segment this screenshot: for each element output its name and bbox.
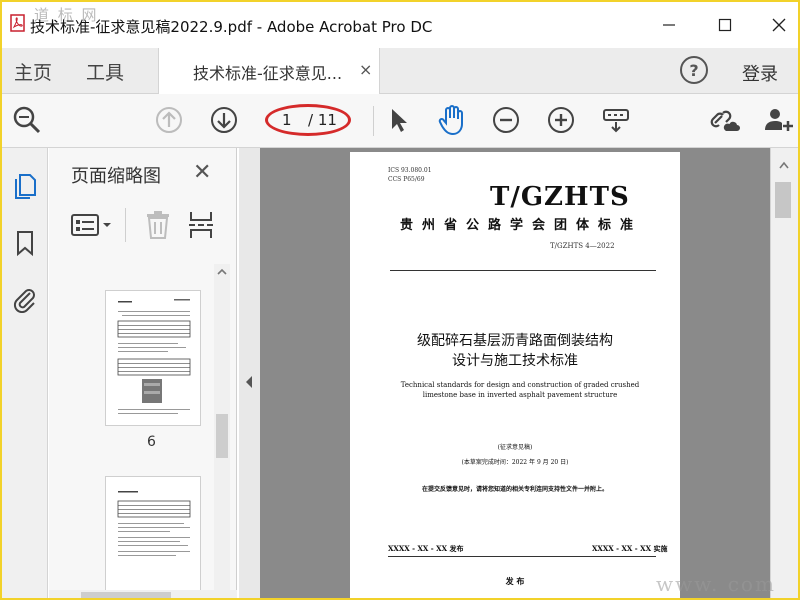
- keyboard-down-icon: [603, 109, 629, 133]
- paperclip-icon: [13, 289, 35, 313]
- page-navigator: 1 / 11: [265, 104, 351, 136]
- collapse-left-icon: [246, 376, 252, 388]
- page-thumbnails-nav[interactable]: [10, 170, 40, 200]
- thumbnail-list: 6: [55, 260, 223, 598]
- hand-tool-button[interactable]: [435, 103, 469, 137]
- doc-ccs-line: CCS P65/69: [388, 176, 425, 183]
- scroll-up-arrow-icon: [217, 268, 227, 275]
- doc-implement-date: XXXX - XX - XX 实施: [592, 544, 668, 553]
- panel-toolbar: [49, 200, 237, 252]
- doc-publish-date: XXXX - XX - XX 发布: [388, 544, 464, 553]
- pdf-app-icon: [10, 14, 25, 32]
- maximize-icon: [718, 18, 732, 32]
- doc-patent-note: 在提交反馈意见时，请将您知道的相关专利连同支持性文件一并附上。: [421, 486, 608, 493]
- options-menu-icon: [71, 214, 111, 236]
- doc-draft-date: (本草案完成时间：2022 年 9 月 20 日): [461, 459, 569, 466]
- zoom-out-button[interactable]: [489, 103, 523, 137]
- thumbnail-page[interactable]: [105, 290, 201, 426]
- maximize-button[interactable]: [710, 12, 740, 38]
- thumbnail-vertical-scrollbar[interactable]: [214, 264, 230, 596]
- doc-draft-label: (征求意见稿): [497, 444, 533, 451]
- cursor-arrow-icon: [392, 109, 407, 132]
- doc-standard-code: T/GZHTS 4—2022: [550, 242, 615, 250]
- bookmark-icon: [17, 231, 33, 257]
- thumbnail-options-button[interactable]: [71, 212, 115, 238]
- current-page-input[interactable]: 1: [282, 111, 292, 129]
- doc-divider: [390, 270, 656, 271]
- doc-issuer: 发 布: [505, 576, 525, 586]
- link-cloud-icon: [710, 110, 740, 131]
- minus-circle-icon: [493, 107, 519, 133]
- scrollbar-handle[interactable]: [81, 592, 171, 598]
- plus-circle-icon: [548, 107, 574, 133]
- acrobat-window: 道 标 网 技术标准-征求意见稿2022.9.pdf - Adobe Acrob…: [0, 0, 800, 600]
- close-button[interactable]: [764, 12, 794, 38]
- magnifier-minus-icon: [13, 106, 41, 134]
- tab-bar: 主页 工具 技术标准-征求意见... × ? 登录: [2, 48, 798, 94]
- panel-title: 页面缩略图: [71, 166, 161, 187]
- toolbar-separator: [373, 106, 374, 136]
- trash-icon: [147, 211, 169, 239]
- doc-title-line2: 设计与施工技术标准: [452, 353, 578, 369]
- minimize-button[interactable]: [654, 12, 684, 38]
- zoom-in-button[interactable]: [544, 103, 578, 137]
- scrollbar-handle[interactable]: [216, 414, 228, 458]
- split-pages-icon: [189, 212, 213, 238]
- attachments-nav[interactable]: [10, 284, 40, 314]
- panel-toolbar-separator: [125, 208, 126, 242]
- doc-divider: [388, 556, 656, 557]
- document-page: ICS 93.080.01 CCS P65/69 T/GZHTS 贵州省公路学会团…: [350, 152, 680, 598]
- scroll-mode-button[interactable]: [599, 103, 633, 137]
- tab-home[interactable]: 主页: [14, 58, 52, 85]
- add-user-icon: [765, 109, 793, 131]
- document-view[interactable]: ICS 93.080.01 CCS P65/69 T/GZHTS 贵州省公路学会团…: [260, 148, 770, 598]
- scrollbar-handle[interactable]: [775, 182, 791, 218]
- previous-page-button[interactable]: [152, 103, 186, 137]
- watermark-bottom: www. com: [656, 572, 776, 596]
- doc-ics-line: ICS 93.080.01: [388, 167, 432, 174]
- doc-title-line1: 级配碎石基层沥青路面倒装结构: [417, 333, 613, 349]
- title-bar: 道 标 网 技术标准-征求意见稿2022.9.pdf - Adobe Acrob…: [2, 2, 798, 48]
- hand-icon: [438, 105, 463, 136]
- thumbnail-page-label: 6: [147, 434, 156, 450]
- bookmarks-nav[interactable]: [10, 228, 40, 258]
- zoom-search-button[interactable]: [10, 103, 44, 137]
- arrow-up-circle-icon: [156, 107, 182, 133]
- page-thumbnail-preview: [117, 299, 191, 414]
- tab-close-icon[interactable]: ×: [359, 60, 372, 79]
- page-thumbnail-preview: [117, 491, 191, 556]
- doc-english-title: Technical standards for design and const…: [400, 381, 640, 399]
- tab-tools[interactable]: 工具: [86, 58, 124, 85]
- login-button[interactable]: 登录: [742, 60, 778, 86]
- doc-logo: T/GZHTS: [490, 182, 630, 212]
- window-title: 技术标准-征求意见稿2022.9.pdf - Adobe Acrobat Pro…: [30, 18, 433, 36]
- doc-organization: 贵州省公路学会团体标准: [399, 218, 642, 233]
- total-pages: / 11: [308, 111, 337, 129]
- tab-document-label: 技术标准-征求意见...: [193, 64, 343, 83]
- panel-close-icon[interactable]: ✕: [193, 160, 211, 185]
- minimize-icon: [663, 24, 675, 26]
- arrow-down-circle-icon: [211, 107, 237, 133]
- next-page-button[interactable]: [207, 103, 241, 137]
- navigation-rail: [2, 148, 48, 598]
- panel-collapse-handle[interactable]: [239, 148, 260, 598]
- select-tool-button[interactable]: [381, 103, 415, 137]
- thumbnails-panel: 页面缩略图 ✕ 6: [49, 148, 237, 598]
- doc-ics: ICS 93.080.01 CCS P65/69: [388, 166, 432, 184]
- scroll-up-arrow-icon: [779, 161, 789, 169]
- main-toolbar: 1 / 11: [2, 94, 798, 148]
- help-icon[interactable]: ?: [680, 56, 708, 84]
- tab-document[interactable]: 技术标准-征求意见... ×: [158, 48, 380, 94]
- document-vertical-scrollbar[interactable]: [770, 148, 798, 598]
- thumbnail-horizontal-scrollbar[interactable]: [49, 590, 237, 598]
- close-icon: [772, 18, 786, 32]
- add-user-button[interactable]: [762, 103, 796, 137]
- split-page-button[interactable]: [187, 210, 215, 240]
- share-link-button[interactable]: [708, 103, 742, 137]
- thumbnail-page[interactable]: [105, 476, 201, 598]
- delete-page-button[interactable]: [145, 210, 171, 240]
- pages-icon: [15, 174, 36, 199]
